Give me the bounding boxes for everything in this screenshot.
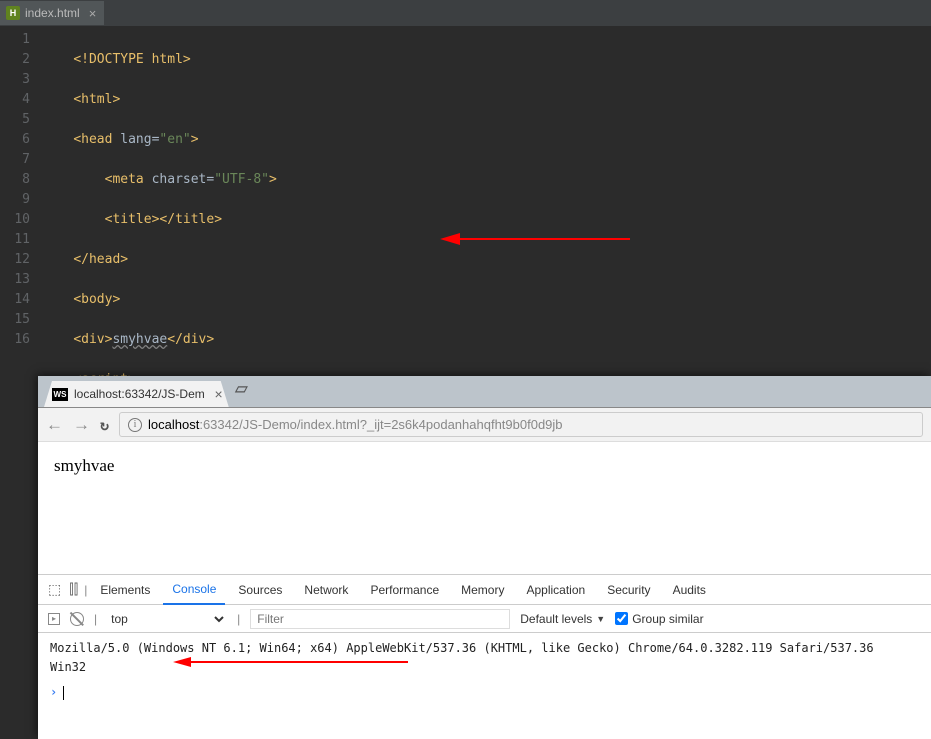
browser-toolbar: ← → ↻ i localhost:63342/JS-Demo/index.ht…: [38, 408, 931, 442]
browser-window: WS localhost:63342/JS-Dem × ▱ ← → ↻ i lo…: [38, 376, 931, 739]
html-file-icon: H: [6, 6, 20, 20]
line-number: 14: [0, 290, 30, 310]
line-number: 15: [0, 310, 30, 330]
tab-performance[interactable]: Performance: [361, 575, 448, 605]
console-prompt[interactable]: ›: [50, 683, 919, 702]
annotation-arrow-icon: [440, 229, 640, 249]
line-number: 5: [0, 110, 30, 130]
line-number: 7: [0, 150, 30, 170]
webstorm-icon: WS: [52, 388, 68, 401]
line-number: 8: [0, 170, 30, 190]
tab-memory[interactable]: Memory: [452, 575, 513, 605]
cursor: [63, 686, 64, 700]
line-number: 4: [0, 90, 30, 110]
url-path: :63342/JS-Demo/index.html?_ijt=2s6k4poda…: [199, 417, 562, 432]
line-gutter: 1 2 3 4 5 6 7 8 9 10 11 12 13 14 15 16: [0, 30, 42, 710]
reload-button[interactable]: ↻: [100, 416, 109, 434]
page-body: smyhvae: [38, 442, 931, 574]
back-button[interactable]: ←: [46, 415, 63, 435]
ide-tab-label: index.html: [25, 6, 80, 20]
separator: |: [94, 612, 97, 626]
ide-tab-index[interactable]: H index.html ×: [0, 1, 104, 25]
browser-tab-strip: WS localhost:63342/JS-Dem × ▱: [38, 376, 931, 408]
separator: |: [84, 583, 87, 597]
line-number: 10: [0, 210, 30, 230]
group-similar-checkbox[interactable]: Group similar: [615, 612, 703, 626]
close-icon[interactable]: ×: [89, 6, 97, 21]
console-sidebar-toggle-icon[interactable]: ▸: [48, 613, 60, 625]
code-line: <meta charset="UTF-8">: [42, 170, 363, 190]
devtools-tab-bar: ⬚ ⫿⫿ | Elements Console Sources Network …: [38, 575, 931, 605]
prompt-icon: ›: [50, 683, 57, 702]
log-levels-dropdown[interactable]: Default levels▼: [520, 612, 605, 626]
line-number: 16: [0, 330, 30, 350]
line-number: 3: [0, 70, 30, 90]
browser-tab[interactable]: WS localhost:63342/JS-Dem ×: [44, 381, 229, 407]
code-line: <head lang="en">: [42, 130, 363, 150]
code-line: </head>: [42, 250, 363, 270]
forward-button[interactable]: →: [73, 415, 90, 435]
tab-console[interactable]: Console: [163, 575, 225, 605]
chevron-down-icon: ▼: [596, 614, 605, 624]
code-line: <html>: [42, 90, 363, 110]
context-selector[interactable]: top: [107, 611, 227, 627]
device-toolbar-icon[interactable]: ⫿⫿: [67, 581, 80, 598]
site-info-icon[interactable]: i: [128, 418, 142, 432]
close-icon[interactable]: ×: [215, 386, 223, 402]
annotation-arrow-icon: [173, 654, 413, 670]
clear-console-icon[interactable]: [70, 612, 84, 626]
tab-elements[interactable]: Elements: [91, 575, 159, 605]
ide-tab-bar: H index.html ×: [0, 0, 931, 26]
line-number: 1: [0, 30, 30, 50]
devtools-panel: ⬚ ⫿⫿ | Elements Console Sources Network …: [38, 574, 931, 708]
line-number: 9: [0, 190, 30, 210]
tab-network[interactable]: Network: [295, 575, 357, 605]
tab-sources[interactable]: Sources: [229, 575, 291, 605]
line-number: 11: [0, 230, 30, 250]
code-line: <body>: [42, 290, 363, 310]
ide-editor: H index.html × 1 2 3 4 5 6 7 8 9 10 11 1…: [0, 0, 931, 357]
filter-input[interactable]: [250, 609, 510, 629]
address-bar[interactable]: i localhost:63342/JS-Demo/index.html?_ij…: [119, 412, 923, 437]
browser-tab-title: localhost:63342/JS-Dem: [74, 387, 205, 401]
line-number: 2: [0, 50, 30, 70]
code-line: <!DOCTYPE html>: [42, 50, 363, 70]
line-number: 13: [0, 270, 30, 290]
url-host: localhost: [148, 417, 199, 432]
new-tab-button[interactable]: ▱: [229, 376, 254, 407]
tab-security[interactable]: Security: [598, 575, 659, 605]
line-number: 6: [0, 130, 30, 150]
console-toolbar: ▸ | top | Default levels▼ Group similar: [38, 605, 931, 633]
code-line: <title></title>: [42, 210, 363, 230]
code-line: <div>smyhvae</div>: [42, 330, 363, 350]
line-number: 12: [0, 250, 30, 270]
inspect-icon[interactable]: ⬚: [46, 581, 63, 598]
checkbox[interactable]: [615, 612, 628, 625]
console-output: Mozilla/5.0 (Windows NT 6.1; Win64; x64)…: [38, 633, 931, 708]
tab-audits[interactable]: Audits: [664, 575, 715, 605]
tab-application[interactable]: Application: [517, 575, 594, 605]
page-text: smyhvae: [54, 456, 114, 475]
separator: |: [237, 612, 240, 626]
